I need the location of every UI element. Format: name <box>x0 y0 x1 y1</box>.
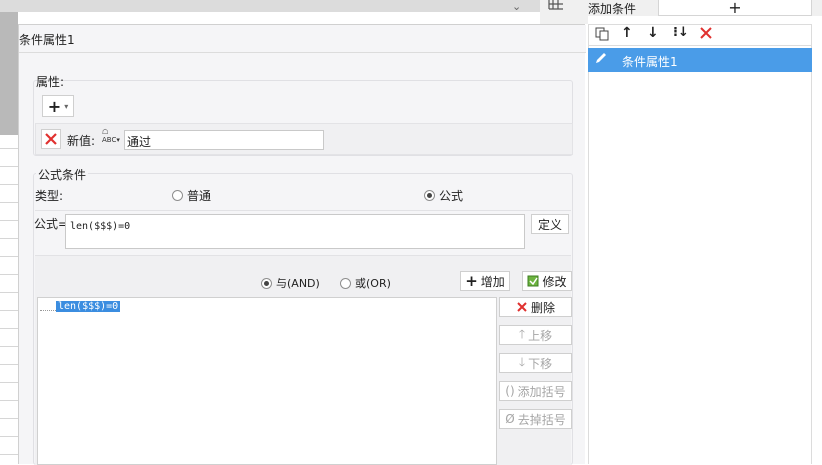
or-radio[interactable]: 或(OR) <box>340 275 391 291</box>
copy-icon[interactable] <box>595 27 609 44</box>
delete-x-icon[interactable] <box>699 26 713 43</box>
plus-icon: + <box>47 96 62 116</box>
add-button-label: 增加 <box>480 274 505 289</box>
plus-icon: + <box>728 0 742 17</box>
table-icon[interactable] <box>548 0 564 13</box>
add-parens-label: 添加括号 <box>517 384 566 399</box>
move-down-label: 下移 <box>528 356 553 371</box>
add-condition-label: 添加条件 <box>588 2 637 16</box>
grid-line <box>0 436 18 437</box>
arrow-down-icon[interactable]: ↓ <box>647 25 659 41</box>
add-property-button[interactable]: + ▾ <box>42 95 74 117</box>
delete-x-icon <box>517 302 527 312</box>
arrow-up-icon[interactable]: ↑ <box>621 25 633 41</box>
condition-property-dialog: 条件属性1 属性: + ▾ 新值: ☖ ABC▾ 通过 公式条件 类型: 普通 公… <box>18 24 586 465</box>
grid-line <box>0 184 18 185</box>
grid-line <box>0 238 18 239</box>
grid-line <box>0 346 18 347</box>
formula-label: 公式= <box>34 217 69 231</box>
grid-line <box>0 364 18 365</box>
new-value-label: 新值: <box>67 134 96 148</box>
condition-item[interactable]: len($$$)=0 <box>56 301 121 312</box>
background-sheet-header <box>0 0 18 135</box>
type-label: 类型: <box>35 189 64 203</box>
top-toolbar-strip <box>0 0 540 12</box>
dialog-title-bar: 条件属性1 <box>19 25 586 53</box>
conditions-list[interactable]: len($$$)=0 <box>37 297 497 465</box>
new-value-input[interactable]: 通过 <box>124 130 324 150</box>
grid-line <box>0 310 18 311</box>
type-normal-label: 普通 <box>187 189 212 203</box>
modify-button-label: 修改 <box>542 274 567 289</box>
grid-line <box>0 256 18 257</box>
define-button-label: 定义 <box>537 217 562 232</box>
grid-line <box>0 202 18 203</box>
delete-x-icon <box>45 133 57 145</box>
delete-condition-button[interactable]: 删除 <box>499 297 572 317</box>
move-up-label: 上移 <box>528 328 553 343</box>
condition-list-item-selected[interactable]: 条件属性1 <box>588 48 812 72</box>
chevron-down-icon: ▾ <box>64 101 69 111</box>
edit-pencil-icon <box>594 51 608 68</box>
type-formula-radio[interactable]: 公式 <box>424 187 463 204</box>
text-type-icon[interactable]: ☖ ABC▾ <box>102 128 120 144</box>
define-button[interactable]: 定义 <box>531 214 569 234</box>
formula-value: len($$$)=0 <box>70 221 131 232</box>
add-condition-plus-button[interactable]: + <box>658 0 812 17</box>
formula-input[interactable]: len($$$)=0 <box>65 214 525 249</box>
grid-line <box>0 382 18 383</box>
add-condition-button[interactable]: + 增加 <box>460 271 510 291</box>
or-label: 或(OR) <box>355 277 391 290</box>
grid-line <box>0 292 18 293</box>
type-formula-label: 公式 <box>439 189 464 203</box>
radio-button-selected <box>261 277 272 289</box>
plus-icon: + <box>465 272 478 290</box>
and-radio[interactable]: 与(AND) <box>261 275 320 291</box>
properties-label: 属性: <box>36 75 65 89</box>
formula-condition-label: 公式条件 <box>36 166 89 183</box>
right-panel-toolbar: ↑ ↓ ⁝↓ <box>588 24 812 46</box>
condition-list-item-label: 条件属性1 <box>622 55 678 69</box>
move-down-button[interactable]: 🡓 下移 <box>499 353 572 373</box>
condition-item-text: len($$$)=0 <box>58 301 119 312</box>
condition-list <box>588 46 812 464</box>
remove-property-button[interactable] <box>41 129 61 149</box>
delete-button-label: 删除 <box>530 300 555 315</box>
grid-line <box>0 328 18 329</box>
grid-line <box>0 454 18 455</box>
chevron-down-icon[interactable]: ⌄ <box>512 0 521 13</box>
grid-line <box>0 220 18 221</box>
new-value-text: 通过 <box>127 135 152 149</box>
remove-parens-button[interactable]: Ø 去掉括号 <box>499 409 572 429</box>
grid-line <box>0 166 18 167</box>
modify-condition-button[interactable]: 修改 <box>522 271 572 291</box>
type-normal-radio[interactable]: 普通 <box>172 187 211 204</box>
radio-button-selected <box>424 190 435 201</box>
grid-line <box>0 418 18 419</box>
radio-button <box>172 190 183 201</box>
remove-parens-icon: Ø <box>505 412 515 426</box>
new-value-row: 新值: ☖ ABC▾ 通过 <box>35 123 573 155</box>
move-up-button[interactable]: 🡑 上移 <box>499 325 572 345</box>
parens-icon: () <box>505 384 515 398</box>
divider <box>35 210 571 211</box>
right-panel-header: 添加条件 + <box>588 0 822 17</box>
modify-icon <box>527 275 539 287</box>
arrow-down-icon: 🡓 <box>518 354 526 369</box>
grid-line <box>0 148 18 149</box>
tree-connector <box>40 310 56 311</box>
add-parens-button[interactable]: () 添加括号 <box>499 381 572 401</box>
remove-parens-label: 去掉括号 <box>517 412 566 427</box>
grid-line <box>0 400 18 401</box>
grid-line <box>0 274 18 275</box>
and-label: 与(AND) <box>276 277 320 290</box>
radio-button <box>340 277 351 289</box>
arrow-up-icon: 🡑 <box>518 326 526 341</box>
dialog-title: 条件属性1 <box>19 33 75 47</box>
move-bottom-icon[interactable]: ⁝↓ <box>673 25 689 40</box>
